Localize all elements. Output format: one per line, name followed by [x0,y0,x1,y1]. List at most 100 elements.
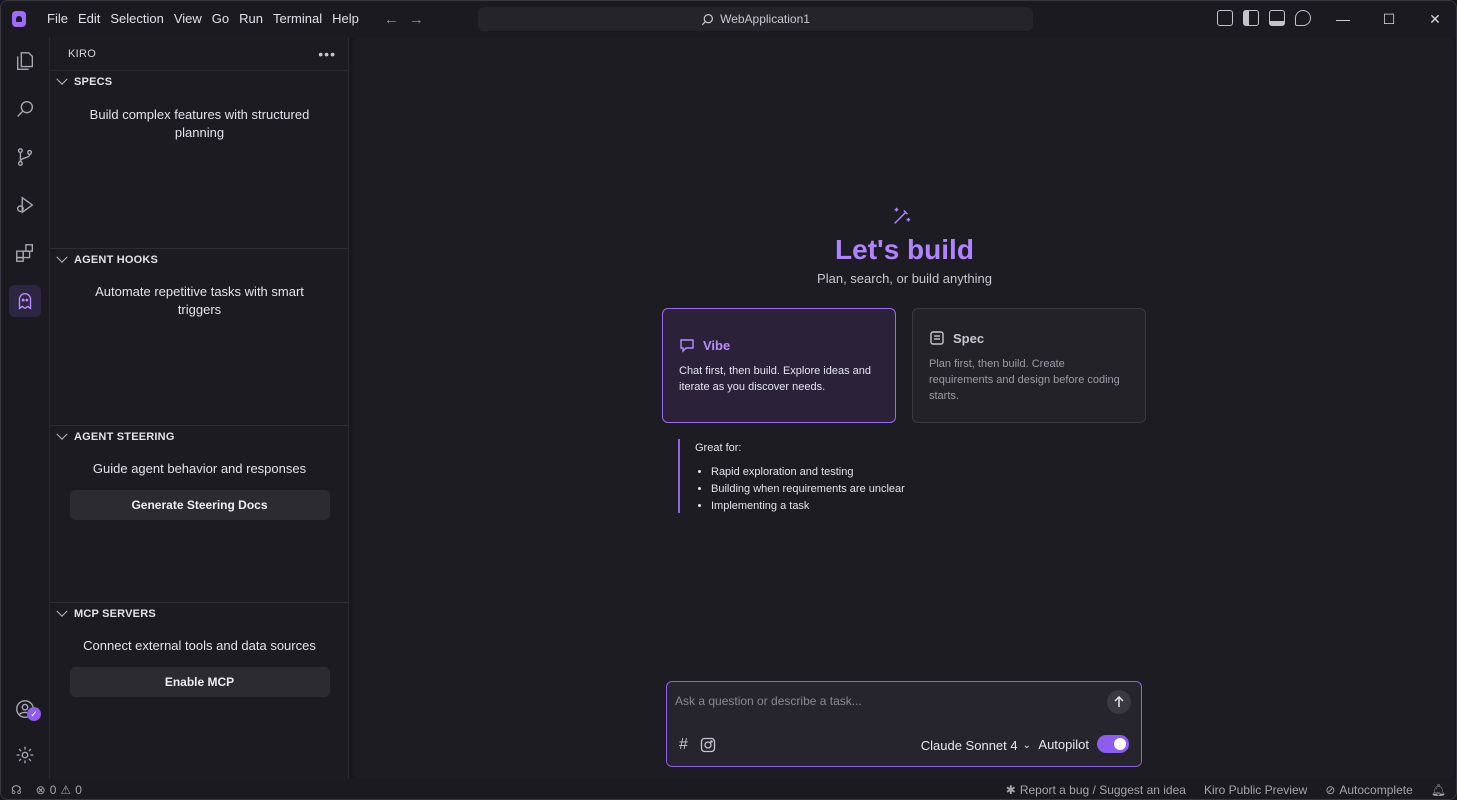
menu-terminal[interactable]: Terminal [268,7,327,31]
forward-arrow-icon[interactable]: → [409,11,424,28]
section-description: Build complex features with structured p… [89,107,310,140]
settings-gear-icon[interactable] [9,739,41,771]
explorer-icon[interactable] [9,45,41,77]
search-icon[interactable] [9,93,41,125]
chat-bubble-icon [680,339,694,353]
kiro-logo-icon [12,11,26,27]
app-window: File Edit Selection View Go Run Terminal… [0,0,1457,800]
extensions-icon[interactable] [9,237,41,269]
activity-bar: ✓ [1,37,49,779]
run-debug-icon[interactable] [9,189,41,221]
model-selector[interactable]: Claude Sonnet 4 ⌄ [921,738,1031,753]
chat-input[interactable] [675,692,1095,710]
close-button[interactable]: ✕ [1412,1,1456,37]
window-controls: — ☐ ✕ [1320,1,1456,37]
spec-card-description: Plan first, then build. Create requireme… [929,358,1120,402]
chevron-down-icon: ⌄ [1022,740,1031,751]
list-item: Rapid exploration and testing [711,464,905,481]
chevron-down-icon [56,251,68,263]
great-for-items: Rapid exploration and testing Building w… [695,464,905,515]
remote-connection-icon[interactable]: ☊ [11,783,22,797]
disabled-circle-icon: ⊘ [1325,783,1336,797]
layout-controls [1217,10,1311,26]
menu-file[interactable]: File [42,7,73,31]
section-header-agent-steering[interactable]: AGENT STEERING [50,426,349,448]
chat-bubble-icon[interactable] [1295,10,1311,26]
chevron-down-icon [56,605,68,617]
section-header-mcp-servers[interactable]: MCP SERVERS [50,603,349,625]
sidebar-header: KIRO ••• [50,37,348,71]
section-description: Guide agent behavior and responses [92,461,307,476]
magic-wand-icon [894,207,911,224]
spec-card-title: Spec [929,330,1129,346]
model-label: Claude Sonnet 4 [920,738,1018,753]
status-left: ☊ ⊗ 0 ⚠ 0 [1,783,82,797]
great-for-title: Great for: [695,442,742,454]
error-icon: ⊗ [35,783,46,797]
toggle-sidebar-icon[interactable] [1243,10,1259,26]
section-description: Automate repetitive tasks with smart tri… [95,284,304,317]
list-item: Building when requirements are unclear [711,481,905,498]
menu-edit[interactable]: Edit [73,7,105,31]
spec-title-label: Spec [953,330,985,346]
section-title: SPECS [74,76,113,88]
autopilot-toggle[interactable] [1097,735,1129,753]
section-header-agent-hooks[interactable]: AGENT HOOKS [50,249,349,271]
vibe-card-title: Vibe [679,337,879,353]
hash-context-icon[interactable]: # [679,736,688,754]
image-attach-icon[interactable] [700,737,716,753]
warning-count: 0 [75,783,82,797]
section-title: AGENT STEERING [74,431,175,443]
spec-mode-card[interactable]: Spec Plan first, then build. Create requ… [912,308,1146,423]
autopilot-control: Autopilot [1038,735,1129,753]
list-item: Implementing a task [711,498,905,515]
customize-layout-icon[interactable] [1217,10,1233,26]
vibe-card-description: Chat first, then build. Explore ideas an… [679,365,872,393]
chevron-down-icon [56,73,68,85]
kiro-sidebar: KIRO ••• SPECS Build complex features wi… [49,37,349,779]
kiro-ghost-icon[interactable] [9,285,41,317]
problems-indicator[interactable]: ⊗ 0 ⚠ 0 [36,783,82,797]
generate-steering-docs-button[interactable]: Generate Steering Docs [69,490,330,520]
enable-mcp-button[interactable]: Enable MCP [69,667,330,697]
vibe-mode-card[interactable]: Vibe Chat first, then build. Explore ide… [662,308,896,423]
search-icon [701,13,714,25]
warning-icon: ⚠ [60,783,72,797]
send-button[interactable] [1107,690,1131,714]
section-agent-hooks: AGENT HOOKS Automate repetitive tasks wi… [50,248,349,425]
vibe-title-label: Vibe [703,337,731,353]
menu-help[interactable]: Help [327,7,364,31]
autocomplete-toggle[interactable]: ⊘ Autocomplete [1325,783,1412,797]
more-actions-icon[interactable]: ••• [318,46,336,62]
menu-selection[interactable]: Selection [105,7,168,31]
menu-view[interactable]: View [169,7,207,31]
navigation-arrows: ← → [384,11,424,28]
menu-run[interactable]: Run [234,7,268,31]
search-label: WebApplication1 [720,12,810,26]
notifications-bell-icon[interactable]: 🔔︎ [1431,783,1446,797]
account-check-badge-icon: ✓ [27,707,41,721]
chat-panel: Let's build Plan, search, or build anyth… [355,37,1454,779]
toggle-panel-icon[interactable] [1269,10,1285,26]
maximize-button[interactable]: ☐ [1366,1,1412,37]
menu-go[interactable]: Go [207,7,234,31]
status-right: ✱ Report a bug / Suggest an idea Kiro Pub… [1006,783,1446,797]
document-icon [930,331,944,345]
command-center-search[interactable]: WebApplication1 [478,7,1033,31]
public-preview-label[interactable]: Kiro Public Preview [1204,783,1307,797]
back-arrow-icon[interactable]: ← [384,11,399,28]
sidebar-title: KIRO [68,47,97,60]
section-header-specs[interactable]: SPECS [50,71,349,93]
hero-subtitle: Plan, search, or build anything [817,271,992,286]
minimize-button[interactable]: — [1320,1,1366,37]
autocomplete-label: Autocomplete [1339,783,1413,797]
bug-icon: ✱ [1005,783,1016,797]
report-bug-link[interactable]: ✱ Report a bug / Suggest an idea [1006,783,1186,797]
section-title: AGENT HOOKS [74,254,159,266]
section-specs: SPECS Build complex features with struct… [50,71,349,248]
great-for-list: Great for: Rapid exploration and testing… [678,439,905,513]
section-agent-steering: AGENT STEERING Guide agent behavior and … [50,425,349,602]
error-count: 0 [49,783,57,797]
source-control-icon[interactable] [9,141,41,173]
section-description: Connect external tools and data sources [83,638,316,653]
